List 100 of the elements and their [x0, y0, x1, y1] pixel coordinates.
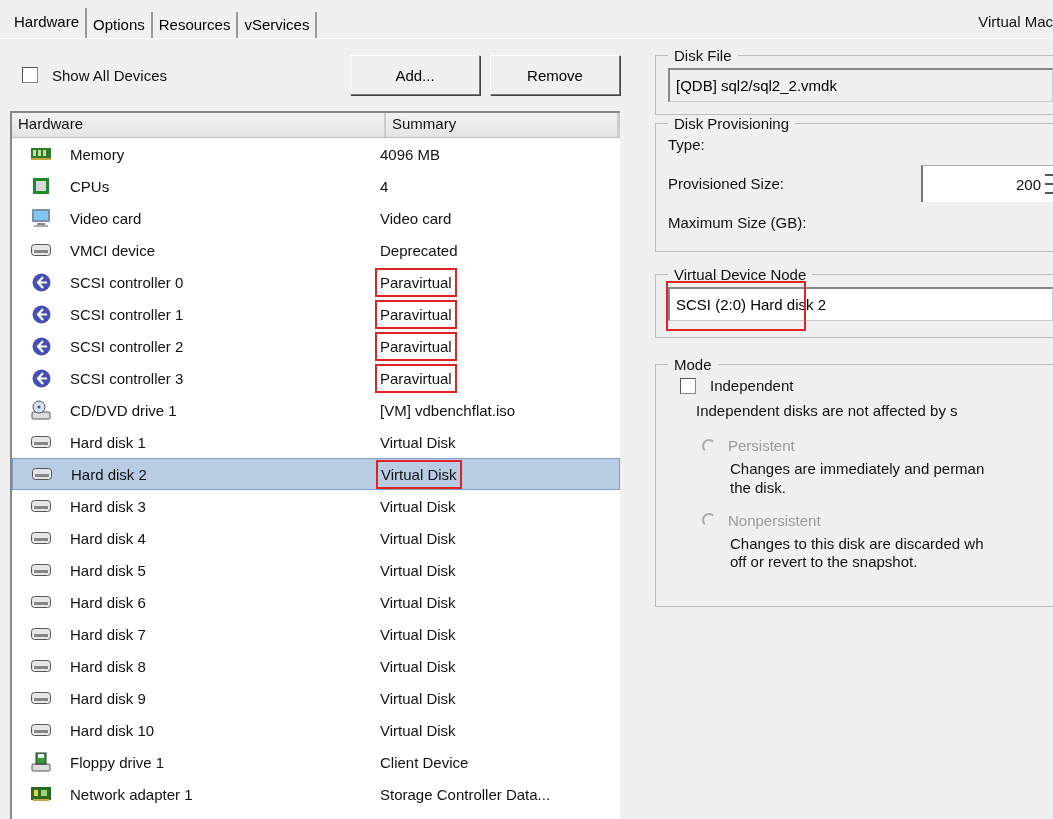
- hardware-row[interactable]: Hard disk 10 Virtual Disk: [12, 714, 620, 746]
- group-title: Disk File: [673, 47, 733, 64]
- checkbox-label: Show All Devices: [52, 66, 168, 84]
- device-summary: Virtual Disk: [379, 656, 457, 677]
- disk-drive-icon: [31, 628, 51, 640]
- disk-file-field[interactable]: [QDB] sql2/sql2_2.vmdk: [668, 68, 1053, 102]
- tab[interactable]: vServices: [238, 12, 318, 38]
- hardware-row[interactable]: Hard disk 8 Virtual Disk: [12, 650, 620, 682]
- arrow-circle-icon: [31, 368, 51, 388]
- device-name: Hard disk 8: [70, 657, 147, 675]
- hardware-row[interactable]: CD/DVD drive 1 [VM] vdbenchflat.iso: [12, 394, 620, 426]
- description-text: Changes are immediately and perman the disk.: [730, 460, 986, 498]
- hardware-row[interactable]: VMCI device Deprecated: [12, 234, 620, 266]
- radio-label: Persistent: [728, 437, 795, 454]
- device-summary: Virtual Disk: [379, 560, 457, 581]
- description-text: Changes to this disk are discarded wh off or revert to the snapshot.: [730, 534, 985, 572]
- floppy-drive-icon: [31, 752, 51, 772]
- device-name: SCSI controller 2: [70, 337, 185, 355]
- disk-drive-icon: [31, 532, 51, 544]
- type-label: Type:: [668, 136, 706, 153]
- hardware-row[interactable]: Memory 4096 MB: [12, 138, 620, 170]
- size-spinner[interactable]: 200: [921, 165, 1053, 202]
- hardware-row[interactable]: Hard disk 4 Virtual Disk: [12, 522, 620, 554]
- device-name: Hard disk 6: [70, 593, 147, 611]
- device-summary: Deprecated: [379, 240, 459, 261]
- arrow-circle-icon: [31, 336, 51, 356]
- checkbox-label: Independent: [710, 377, 794, 394]
- group-title: Disk Provisioning: [673, 115, 791, 132]
- hardware-row[interactable]: Hard disk 9 Virtual Disk: [12, 682, 620, 714]
- device-summary: Paravirtual: [375, 267, 457, 297]
- device-summary: Virtual Disk: [379, 688, 457, 709]
- hardware-row[interactable]: Hard disk 6 Virtual Disk: [12, 586, 620, 618]
- hardware-row[interactable]: Floppy drive 1 Client Device: [12, 746, 620, 778]
- arrow-circle-icon: [31, 304, 51, 324]
- device-summary: Storage Controller Data...: [379, 784, 552, 805]
- device-name: Hard disk 4: [70, 529, 147, 547]
- hardware-row[interactable]: Hard disk 7 Virtual Disk: [12, 618, 620, 650]
- device-summary: Paravirtual: [375, 363, 457, 393]
- disk-drive-icon: [31, 564, 51, 576]
- device-name: Hard disk 7: [70, 625, 147, 643]
- device-name: SCSI controller 3: [70, 369, 185, 387]
- hardware-row[interactable]: Hard disk 1 Virtual Disk: [12, 426, 620, 458]
- checkbox[interactable]: [22, 67, 38, 83]
- disk-drive-icon: [31, 660, 51, 672]
- hardware-row[interactable]: SCSI controller 0 Paravirtual: [12, 266, 620, 298]
- device-name: Network adapter 1: [70, 785, 194, 803]
- device-name: SCSI controller 0: [70, 273, 185, 291]
- device-summary: Virtual Disk: [379, 720, 457, 741]
- disk-drive-icon: [31, 244, 51, 256]
- device-name: VMCI device: [70, 241, 157, 259]
- group-title: Virtual Device Node: [673, 266, 808, 283]
- device-summary: Virtual Disk: [379, 592, 457, 613]
- hardware-row[interactable]: Hard disk 5 Virtual Disk: [12, 554, 620, 586]
- device-summary: 4: [379, 176, 390, 197]
- hardware-row[interactable]: SCSI controller 2 Paravirtual: [12, 330, 620, 362]
- hardware-row[interactable]: Hard disk 3 Virtual Disk: [12, 490, 620, 522]
- maximum-size-label: Maximum Size (GB):: [668, 214, 808, 231]
- device-summary: [VM] vdbenchflat.iso: [379, 400, 517, 421]
- radio-label: Nonpersistent: [728, 511, 821, 529]
- tab[interactable]: Options: [87, 12, 153, 38]
- device-name: CD/DVD drive 1: [70, 401, 178, 419]
- disk-drive-icon: [31, 500, 51, 512]
- hardware-row[interactable]: SCSI controller 3 Paravirtual: [12, 362, 620, 394]
- device-name: SCSI controller 1: [70, 305, 185, 323]
- device-summary: Paravirtual: [375, 299, 457, 329]
- device-summary: Paravirtual: [375, 331, 457, 361]
- hardware-row[interactable]: Network adapter 1 Storage Controller Data...: [12, 778, 620, 810]
- chip-icon: [32, 177, 50, 195]
- device-name: Hard disk 5: [70, 561, 147, 579]
- hardware-row[interactable]: CPUs 4: [12, 170, 620, 202]
- memory-module-icon: [31, 147, 51, 161]
- hardware-row[interactable]: Video card Video card: [12, 202, 620, 234]
- device-name: Hard disk 10: [70, 721, 156, 739]
- cd-drive-icon: [31, 400, 51, 420]
- tab[interactable]: Resources: [152, 12, 239, 38]
- device-name: Floppy drive 1: [70, 753, 166, 771]
- device-name: Hard disk 3: [70, 497, 147, 515]
- group-title: Mode: [673, 356, 713, 373]
- toolbar-button[interactable]: Add...: [350, 55, 480, 95]
- device-summary: 4096 MB: [379, 144, 442, 165]
- provisioned-size-label: Provisioned Size:: [668, 175, 784, 192]
- toolbar-button[interactable]: Remove: [490, 55, 620, 95]
- column-header[interactable]: Hardware: [12, 113, 386, 137]
- disk-drive-icon: [31, 436, 51, 448]
- device-name: Video card: [70, 209, 143, 227]
- network-card-icon: [31, 786, 51, 802]
- window-title: Virtual Mac: [978, 13, 1053, 32]
- device-summary: Client Device: [379, 752, 470, 773]
- device-summary: Virtual Disk: [379, 528, 457, 549]
- monitor-icon: [31, 208, 51, 228]
- description-text: Independent disks are not affected by s: [696, 402, 959, 419]
- checkbox[interactable]: [680, 377, 696, 394]
- device-name: Hard disk 2: [71, 465, 148, 483]
- hardware-row[interactable]: Hard disk 2 Virtual Disk: [12, 458, 620, 490]
- column-header[interactable]: Summary: [386, 113, 620, 137]
- device-summary: Virtual Disk: [379, 496, 457, 517]
- tab[interactable]: Hardware: [8, 8, 88, 38]
- device-name: Hard disk 9: [70, 689, 147, 707]
- device-summary: Virtual Disk: [379, 624, 457, 645]
- hardware-row[interactable]: SCSI controller 1 Paravirtual: [12, 298, 620, 330]
